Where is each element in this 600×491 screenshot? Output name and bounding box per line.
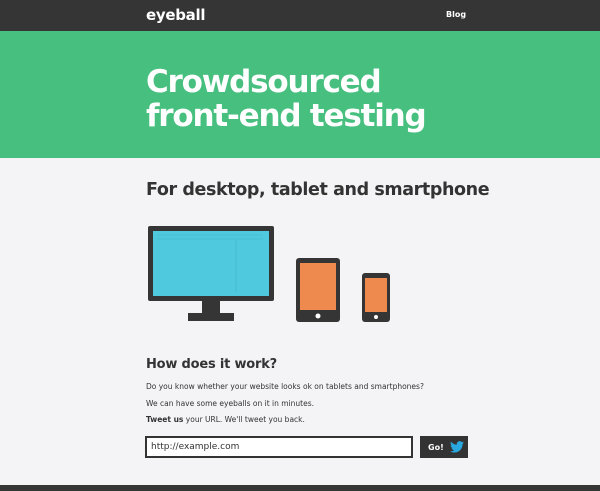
site-logo[interactable]: eyeball bbox=[146, 6, 205, 24]
hero-banner: Crowdsourced front-end testing bbox=[0, 31, 600, 158]
hero-title: Crowdsourced front-end testing bbox=[146, 65, 446, 133]
tweet-us-link[interactable]: Tweet us bbox=[146, 415, 183, 424]
devices-illustration bbox=[148, 226, 390, 322]
smartphone-icon bbox=[362, 273, 390, 322]
go-tweet-button[interactable]: Go! bbox=[420, 436, 468, 458]
footer-bar bbox=[0, 485, 600, 491]
twitter-bird-icon bbox=[449, 441, 464, 453]
tablet-icon bbox=[296, 258, 340, 322]
page-subtitle: For desktop, tablet and smartphone bbox=[146, 180, 490, 200]
hero-title-line2: front-end testing bbox=[146, 98, 427, 134]
how-line-1: Do you know whether your website looks o… bbox=[146, 382, 424, 391]
top-navbar: eyeball Blog bbox=[0, 0, 600, 31]
how-line-3-rest: your URL. We'll tweet you back. bbox=[183, 415, 305, 424]
url-input[interactable] bbox=[145, 436, 413, 458]
desktop-monitor-icon bbox=[148, 226, 274, 321]
nav-link-blog[interactable]: Blog bbox=[446, 10, 466, 19]
how-line-2: We can have some eyeballs on it in minut… bbox=[146, 399, 314, 408]
hero-title-line1: Crowdsourced bbox=[146, 64, 382, 100]
how-it-works-heading: How does it work? bbox=[146, 357, 277, 372]
how-line-3: Tweet us your URL. We'll tweet you back. bbox=[146, 415, 305, 424]
go-button-label: Go! bbox=[428, 442, 444, 452]
